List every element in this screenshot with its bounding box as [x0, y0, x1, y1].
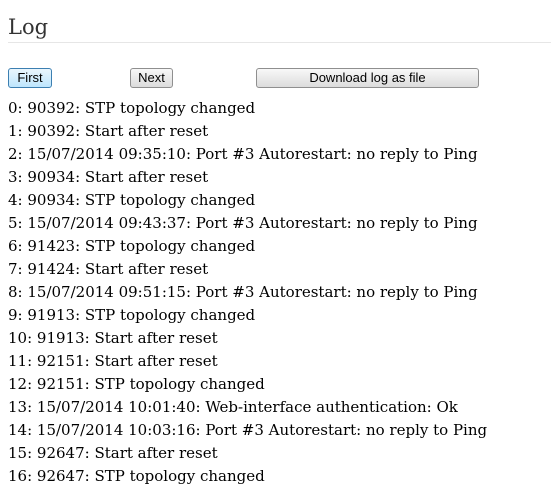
log-entry: 4: 90934: STP topology changed [8, 191, 256, 209]
log-entry: 13: 15/07/2014 10:01:40: Web-interface a… [8, 398, 458, 416]
first-page-button[interactable]: First [8, 68, 52, 88]
log-entry: 7: 91424: Start after reset [8, 260, 209, 278]
log-toolbar: First Next Download log as file [0, 68, 551, 90]
log-entry: 5: 15/07/2014 09:43:37: Port #3 Autorest… [8, 214, 478, 232]
page-header: Log [8, 12, 551, 43]
log-list[interactable]: 0: 90392: STP topology changed 1: 90392:… [8, 97, 551, 491]
log-entry: 6: 91423: STP topology changed [8, 237, 256, 255]
log-entry: 14: 15/07/2014 10:03:16: Port #3 Autores… [8, 421, 488, 439]
log-entry: 15: 92647: Start after reset [8, 444, 218, 462]
log-entry: 16: 92647: STP topology changed [8, 467, 265, 485]
page-title: Log [8, 15, 49, 39]
log-entry: 12: 92151: STP topology changed [8, 375, 265, 393]
log-entry: 11: 92151: Start after reset [8, 352, 218, 370]
log-entry: 10: 91913: Start after reset [8, 329, 218, 347]
log-entry: 9: 91913: STP topology changed [8, 306, 256, 324]
log-entry: 3: 90934: Start after reset [8, 168, 209, 186]
download-log-button[interactable]: Download log as file [256, 68, 479, 88]
next-page-button[interactable]: Next [130, 68, 173, 88]
log-entry: 1: 90392: Start after reset [8, 122, 209, 140]
log-entry: 0: 90392: STP topology changed [8, 99, 256, 117]
log-entry: 2: 15/07/2014 09:35:10: Port #3 Autorest… [8, 145, 478, 163]
log-entry: 8: 15/07/2014 09:51:15: Port #3 Autorest… [8, 283, 478, 301]
